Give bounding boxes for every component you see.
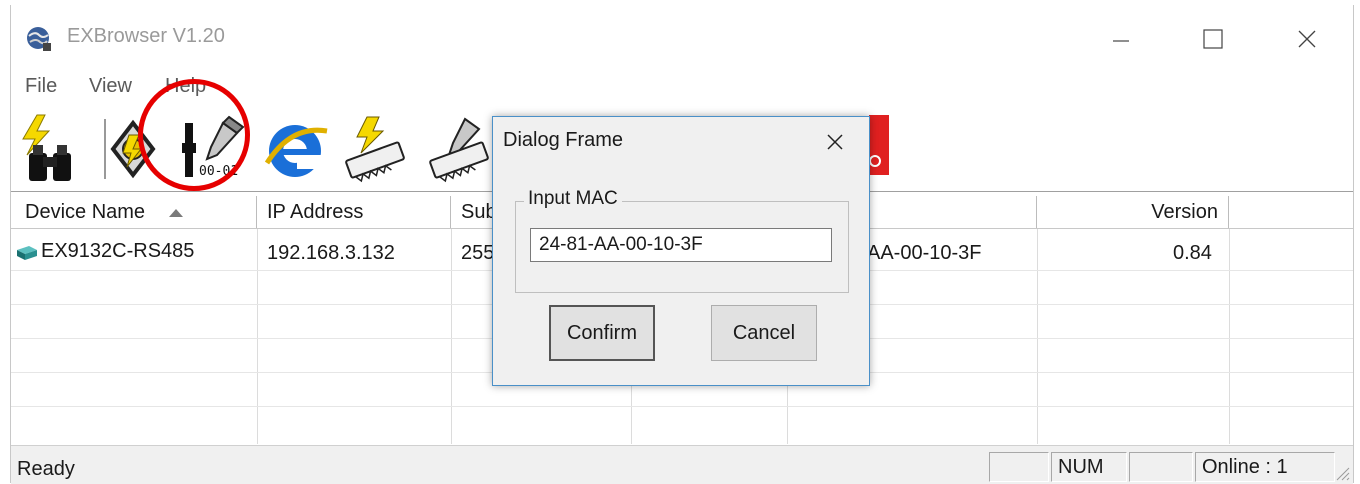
memory-chip-lightning-icon (345, 116, 405, 183)
column-header-label: IP Address (267, 200, 364, 223)
column-header-label: Device Name (25, 200, 146, 223)
close-icon (1298, 30, 1316, 48)
confirm-button[interactable]: Confirm (549, 305, 655, 361)
column-header-device-name[interactable]: Device Name (15, 196, 257, 228)
maximize-button[interactable] (1187, 19, 1239, 59)
cancel-button[interactable]: Cancel (711, 305, 817, 361)
dialog-title: Dialog Frame (503, 129, 624, 151)
status-pane-caps (989, 452, 1049, 482)
cell-device-name: EX9132C-RS485 (41, 240, 195, 262)
menu-file[interactable]: File (25, 75, 57, 98)
maximize-icon (1203, 29, 1223, 49)
extra-tool-button[interactable] (869, 109, 891, 187)
mac-input[interactable] (530, 228, 832, 262)
grid-line (11, 406, 1353, 407)
column-header-label: Version (1151, 200, 1218, 223)
resize-grip-icon[interactable] (1333, 464, 1351, 482)
internet-explorer-icon (264, 125, 328, 177)
grid-line (257, 229, 258, 444)
status-bar: Ready NUM Online : 1 (11, 445, 1353, 484)
status-pane-scroll (1129, 452, 1193, 482)
column-header-version[interactable]: Version (1037, 196, 1229, 228)
sort-ascending-icon (169, 209, 184, 217)
minimize-icon (1113, 40, 1129, 42)
grid-line (451, 229, 452, 444)
cell-subnet: 255 (461, 242, 495, 264)
memory-chip-edit-icon (429, 117, 489, 183)
edit-firmware-button[interactable] (421, 109, 499, 187)
dialog-close-button[interactable] (811, 123, 859, 161)
search-devices-button[interactable] (15, 109, 95, 187)
grid-line (1229, 229, 1230, 444)
close-icon (827, 134, 843, 150)
device-icon (15, 244, 39, 260)
status-pane-online: Online : 1 (1195, 452, 1335, 482)
red-tool-icon (869, 115, 889, 175)
title-bar: EXBrowser V1.20 (11, 5, 1353, 61)
minimize-button[interactable] (1095, 19, 1147, 59)
status-num: NUM (1058, 455, 1104, 478)
cell-mac: AA-00-10-3F (867, 242, 982, 264)
cell-version: 0.84 (1173, 242, 1212, 264)
firmware-update-button[interactable] (337, 109, 415, 187)
window-title: EXBrowser V1.20 (67, 25, 225, 47)
mac-group-box: Input MAC (515, 188, 849, 293)
menu-view[interactable]: View (89, 75, 132, 98)
app-globe-icon (25, 25, 53, 53)
status-pane-num: NUM (1051, 452, 1127, 482)
status-ready: Ready (17, 458, 75, 480)
highlight-circle (138, 79, 250, 191)
close-button[interactable] (1281, 19, 1333, 59)
web-browser-button[interactable] (261, 109, 331, 187)
mac-group-label: Input MAC (524, 188, 622, 210)
column-header-ip-address[interactable]: IP Address (257, 196, 451, 228)
mac-input-dialog: Dialog Frame Input MAC Confirm Cancel (492, 116, 870, 386)
binoculars-lightning-icon (22, 114, 71, 181)
grid-line (1037, 229, 1038, 444)
status-online: Online : 1 (1202, 455, 1288, 478)
cell-ip-address: 192.168.3.132 (267, 242, 395, 264)
